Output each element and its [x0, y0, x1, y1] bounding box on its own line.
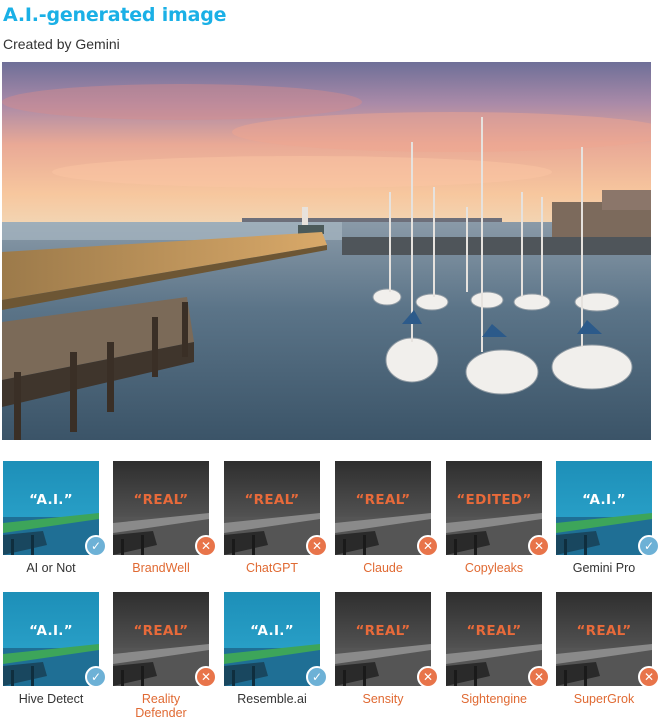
verdict-label: “A.I.” — [582, 492, 626, 508]
verdict-label: “A.I.” — [250, 623, 294, 639]
verdict-label: “A.I.” — [29, 492, 73, 508]
x-icon: ✕ — [528, 535, 550, 557]
detector-name: Reality Defender — [135, 692, 187, 720]
harbor-photo — [2, 62, 651, 440]
detector-thumbnail: “REAL” — [446, 592, 542, 686]
detector-name: Sensity — [362, 692, 404, 706]
detector-thumbnail: “REAL” — [335, 461, 431, 555]
detector-name: Copyleaks — [464, 561, 524, 575]
detector-thumbnail: “REAL” — [224, 461, 320, 555]
detector-name: Hive Detect — [18, 692, 84, 706]
verdict-label: “REAL” — [133, 623, 189, 639]
x-icon: ✕ — [195, 535, 217, 557]
detector-name: Sightengine — [460, 692, 528, 706]
x-icon: ✕ — [528, 666, 550, 688]
detector-name: AI or Not — [26, 561, 76, 575]
verdict-label: “REAL” — [355, 492, 411, 508]
x-icon: ✕ — [417, 535, 439, 557]
detector-tile: “A.I.” ✓ Resemble.ai — [224, 592, 328, 706]
detector-tile: “REAL” ✕ SuperGrok — [556, 592, 660, 706]
detector-thumbnail: “EDITED” — [446, 461, 542, 555]
verdict-label: “REAL” — [133, 492, 189, 508]
x-icon: ✕ — [306, 535, 328, 557]
detector-tile: “A.I.” ✓ AI or Not — [3, 461, 107, 575]
detector-tile: “REAL” ✕ Sightengine — [446, 592, 550, 706]
detector-tile: “A.I.” ✓ Gemini Pro — [556, 461, 660, 575]
verdict-label: “A.I.” — [29, 623, 73, 639]
page-title: A.I.-generated image — [3, 4, 227, 26]
detector-tile: “REAL” ✕ BrandWell — [113, 461, 217, 575]
detector-name: Gemini Pro — [572, 561, 636, 575]
detector-thumbnail: “REAL” — [556, 592, 652, 686]
detector-name: SuperGrok — [573, 692, 635, 706]
verdict-label: “REAL” — [244, 492, 300, 508]
detector-thumbnail: “A.I.” — [3, 592, 99, 686]
detector-thumbnail: “A.I.” — [556, 461, 652, 555]
check-icon: ✓ — [85, 535, 107, 557]
x-icon: ✕ — [638, 666, 660, 688]
page-subtitle: Created by Gemini — [3, 36, 120, 52]
verdict-label: “REAL” — [355, 623, 411, 639]
detector-tile: “REAL” ✕ Sensity — [335, 592, 439, 706]
detector-thumbnail: “REAL” — [113, 461, 209, 555]
detector-name: BrandWell — [132, 561, 190, 575]
x-icon: ✕ — [195, 666, 217, 688]
detector-name: Claude — [363, 561, 403, 575]
check-icon: ✓ — [85, 666, 107, 688]
x-icon: ✕ — [417, 666, 439, 688]
check-icon: ✓ — [638, 535, 660, 557]
detector-thumbnail: “REAL” — [335, 592, 431, 686]
detector-name: Resemble.ai — [237, 692, 307, 706]
detector-tile: “REAL” ✕ ChatGPT — [224, 461, 328, 575]
verdict-label: “REAL” — [576, 623, 632, 639]
detector-tile: “A.I.” ✓ Hive Detect — [3, 592, 107, 706]
detector-tile: “REAL” ✕ Claude — [335, 461, 439, 575]
detector-thumbnail: “A.I.” — [224, 592, 320, 686]
detector-name: ChatGPT — [245, 561, 299, 575]
detector-tile: “EDITED” ✕ Copyleaks — [446, 461, 550, 575]
detector-thumbnail: “REAL” — [113, 592, 209, 686]
detector-tile: “REAL” ✕ Reality Defender — [113, 592, 217, 720]
detector-thumbnail: “A.I.” — [3, 461, 99, 555]
check-icon: ✓ — [306, 666, 328, 688]
verdict-label: “EDITED” — [456, 492, 532, 508]
verdict-label: “REAL” — [466, 623, 522, 639]
